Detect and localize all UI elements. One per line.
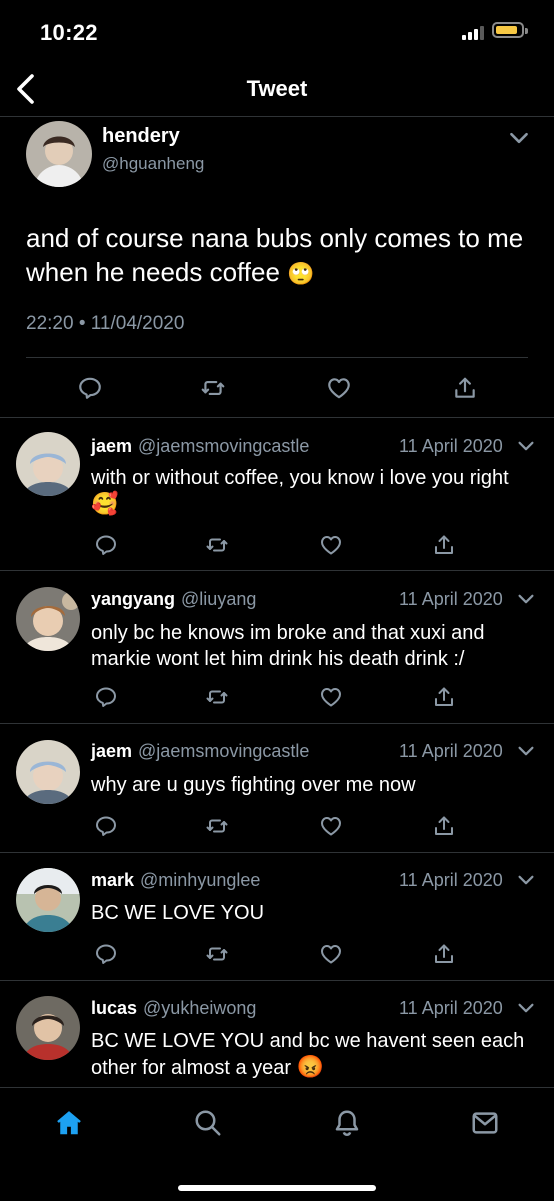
- retweet-icon[interactable]: [205, 814, 229, 838]
- share-icon[interactable]: [452, 375, 478, 401]
- chevron-down-icon[interactable]: [515, 740, 537, 762]
- avatar[interactable]: [26, 121, 92, 187]
- bell-icon[interactable]: [332, 1108, 362, 1138]
- reply-author-handle: @yukheiwong: [143, 998, 257, 1018]
- reply-text: with or without coffee, you know i love …: [91, 465, 531, 518]
- reply-item[interactable]: yangyang @liuyang 11 April 2020 only bc h…: [0, 571, 554, 724]
- home-icon[interactable]: [54, 1108, 84, 1138]
- retweet-icon[interactable]: [205, 685, 229, 709]
- reply-icon[interactable]: [94, 814, 118, 838]
- reply-item[interactable]: mark @minhyunglee 11 April 2020 BC WE LOV…: [0, 853, 554, 981]
- share-icon[interactable]: [432, 942, 456, 966]
- share-icon[interactable]: [432, 685, 456, 709]
- reply-author-handle: @liuyang: [181, 589, 257, 609]
- chevron-down-icon[interactable]: [515, 435, 537, 457]
- reply-author[interactable]: jaem @jaemsmovingcastle: [91, 436, 309, 457]
- nav-bar: Tweet: [0, 64, 554, 117]
- like-icon[interactable]: [319, 942, 343, 966]
- reply-icon[interactable]: [77, 375, 103, 401]
- avatar[interactable]: [16, 587, 80, 651]
- reply-author[interactable]: jaem @jaemsmovingcastle: [91, 741, 309, 762]
- reply-author-name: lucas: [91, 998, 138, 1018]
- home-indicator[interactable]: [178, 1185, 376, 1191]
- reply-author-handle: @jaemsmovingcastle: [138, 741, 310, 761]
- avatar[interactable]: [16, 996, 80, 1060]
- like-icon[interactable]: [319, 533, 343, 557]
- reply-author-name: yangyang: [91, 589, 176, 609]
- mail-icon[interactable]: [470, 1108, 500, 1138]
- reply-date: 11 April 2020: [399, 998, 503, 1018]
- chevron-down-icon[interactable]: [515, 588, 537, 610]
- author-name[interactable]: hendery: [102, 125, 180, 148]
- reply-text: why are u guys fighting over me now: [91, 774, 416, 796]
- reply-body: with or without coffee, you know i love …: [91, 467, 509, 489]
- divider: [26, 357, 528, 358]
- reply-date: 11 April 2020: [399, 589, 503, 609]
- page-title: Tweet: [246, 76, 308, 101]
- avatar[interactable]: [16, 740, 80, 804]
- reply-author-name: jaem: [91, 741, 133, 761]
- reply-date: 11 April 2020: [399, 870, 503, 890]
- share-icon[interactable]: [432, 533, 456, 557]
- avatar[interactable]: [16, 868, 80, 932]
- search-icon[interactable]: [193, 1108, 223, 1138]
- share-icon[interactable]: [432, 814, 456, 838]
- chevron-down-icon[interactable]: [506, 125, 532, 151]
- tweet-text: and of course nana bubs only comes to me…: [26, 221, 526, 291]
- tab-bar: [0, 1087, 554, 1201]
- reply-author-name: mark: [91, 870, 135, 890]
- author-handle[interactable]: @hguanheng: [102, 154, 204, 174]
- retweet-icon[interactable]: [205, 533, 229, 557]
- reply-date: 11 April 2020: [399, 436, 503, 456]
- chevron-down-icon[interactable]: [515, 869, 537, 891]
- like-icon[interactable]: [326, 375, 352, 401]
- chevron-down-icon[interactable]: [515, 997, 537, 1019]
- reply-text: BC WE LOVE YOU: [91, 902, 265, 924]
- retweet-icon[interactable]: [205, 942, 229, 966]
- status-bar: 10:22: [0, 0, 554, 64]
- reply-author-handle: @minhyunglee: [140, 870, 261, 890]
- battery-icon: [492, 22, 528, 38]
- reply-item[interactable]: jaem @jaemsmovingcastle 11 April 2020 wit…: [0, 418, 554, 571]
- reply-icon[interactable]: [94, 685, 118, 709]
- retweet-icon[interactable]: [200, 375, 226, 401]
- eye-roll-emoji: 🙄: [287, 261, 315, 286]
- reply-text: only bc he knows im broke and that xuxi …: [91, 622, 485, 670]
- like-icon[interactable]: [319, 814, 343, 838]
- like-icon[interactable]: [319, 685, 343, 709]
- smiling-hearts-emoji: 🥰: [91, 491, 119, 516]
- reply-text: BC WE LOVE YOU and bc we havent seen eac…: [91, 1028, 531, 1081]
- reply-date: 11 April 2020: [399, 741, 503, 761]
- status-time: 10:22: [40, 20, 98, 45]
- tweet-timestamp: 22:20 • 11/04/2020: [26, 313, 185, 334]
- reply-author-name: jaem: [91, 436, 133, 456]
- tweet-body: and of course nana bubs only comes to me…: [26, 223, 524, 287]
- reply-item[interactable]: jaem @jaemsmovingcastle 11 April 2020 why…: [0, 724, 554, 853]
- reply-author[interactable]: yangyang @liuyang: [91, 589, 256, 610]
- reply-author[interactable]: mark @minhyunglee: [91, 870, 260, 891]
- reply-item[interactable]: lucas @yukheiwong 11 April 2020 BC WE LOV…: [0, 981, 554, 1087]
- angry-face-emoji: 😡: [296, 1054, 325, 1079]
- reply-icon[interactable]: [94, 533, 118, 557]
- reply-author[interactable]: lucas @yukheiwong: [91, 998, 256, 1019]
- main-tweet: hendery @hguanheng and of course nana bu…: [0, 117, 554, 418]
- signal-icon: [462, 26, 484, 40]
- reply-author-handle: @jaemsmovingcastle: [138, 436, 310, 456]
- avatar[interactable]: [16, 432, 80, 496]
- reply-icon[interactable]: [94, 942, 118, 966]
